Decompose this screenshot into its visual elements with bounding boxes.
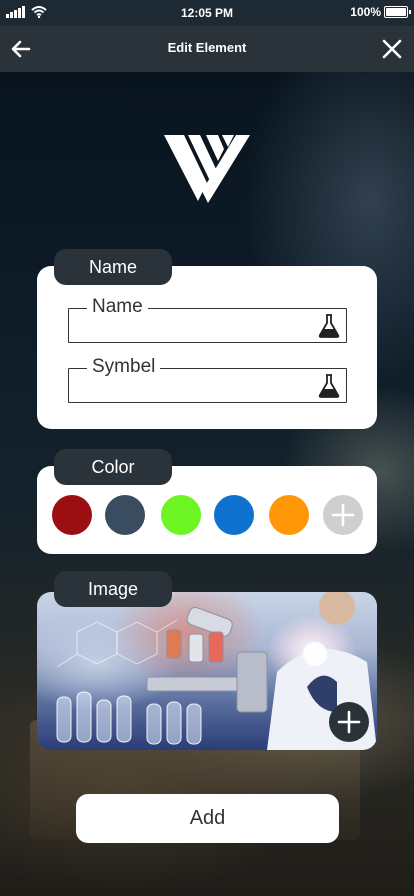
symbol-input[interactable]	[75, 375, 305, 399]
name-section-title: Name	[54, 249, 172, 285]
color-swatch-green[interactable]	[161, 495, 201, 535]
page-title: Edit Element	[167, 40, 247, 55]
name-card: Name Symbel	[37, 266, 377, 429]
close-button[interactable]	[378, 35, 406, 63]
add-image-button[interactable]	[329, 702, 369, 742]
status-bar: 12:05 PM 100%	[0, 0, 414, 26]
flask-icon	[318, 314, 340, 338]
close-icon	[382, 39, 402, 59]
name-field[interactable]: Name	[68, 296, 347, 343]
battery-percent: 100%	[350, 5, 381, 19]
add-button[interactable]: Add	[76, 794, 339, 843]
plus-icon	[331, 503, 355, 527]
name-input[interactable]	[75, 315, 305, 339]
battery-icon	[384, 6, 411, 18]
color-swatch-orange[interactable]	[269, 495, 309, 535]
color-swatch-slate[interactable]	[105, 495, 145, 535]
flask-icon	[318, 374, 340, 398]
color-section-title: Color	[54, 449, 172, 485]
color-swatch-blue[interactable]	[214, 495, 254, 535]
brand-logo	[162, 133, 252, 203]
symbol-field[interactable]: Symbel	[68, 356, 347, 403]
lab-scene-image	[56, 592, 377, 750]
color-swatch-red[interactable]	[52, 495, 92, 535]
battery-level	[386, 8, 406, 16]
element-image[interactable]	[37, 592, 377, 750]
add-color-button[interactable]	[323, 495, 363, 535]
image-section-title: Image	[54, 571, 172, 607]
plus-icon	[337, 710, 361, 734]
nav-bar: Edit Element	[0, 26, 414, 72]
